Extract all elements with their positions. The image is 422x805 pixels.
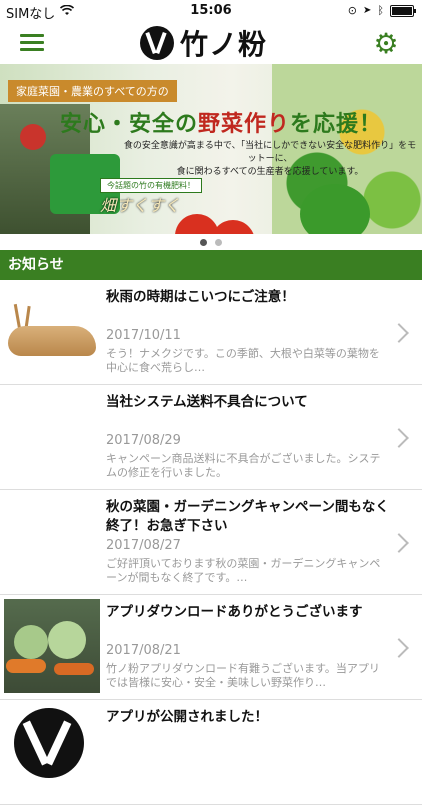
news-title: 秋雨の時期はこいつにご注意！ xyxy=(106,289,295,305)
slug-image xyxy=(4,302,100,362)
news-section-header: お知らせ xyxy=(0,250,422,280)
banner-subtext-line-1: 食の安全意識が高まる中で、「当社にしかできない安全な肥料作り」をモットーに、 xyxy=(123,141,417,164)
news-date: 2017/08/29 xyxy=(106,433,181,448)
orientation-lock-icon: ⊙ xyxy=(347,4,357,17)
news-list: 秋雨の時期はこいつにご注意！ 2017/10/11 そう！ナメクジです。この季節… xyxy=(0,280,422,805)
banner-subtext: 食の安全意識が高まる中で、「当社にしかできない安全な肥料作り」をモットーに、 食… xyxy=(120,140,420,179)
news-thumbnail xyxy=(4,599,100,693)
tomatoes-image xyxy=(175,214,325,234)
bluetooth-icon: ᛒ xyxy=(377,4,384,17)
banner-product: 畑すくすく xyxy=(100,196,181,215)
list-item[interactable]: 秋の菜園・ガーデニングキャンペーン間もなく終了！お急ぎ下さい 2017/08/2… xyxy=(0,490,422,595)
news-title: 秋の菜園・ガーデニングキャンペーン間もなく終了！お急ぎ下さい xyxy=(106,499,389,534)
headline-part-1: 安心・安全の xyxy=(60,112,199,137)
chevron-right-icon xyxy=(389,323,409,343)
list-item[interactable]: アプリダウンロードありがとうございます 2017/08/21 竹ノ粉アプリダウン… xyxy=(0,595,422,700)
chevron-right-icon xyxy=(389,638,409,658)
news-excerpt: キャンペーン商品送料に不具合がございました。システムの修正を行いました。 xyxy=(106,452,381,479)
news-thumbnail xyxy=(14,708,110,780)
cabbage-image xyxy=(4,599,100,693)
news-thumbnail xyxy=(4,296,100,368)
carousel-dot-2[interactable] xyxy=(215,238,222,246)
list-item[interactable]: アプリが公開されました！ xyxy=(0,700,422,805)
bamboo-logo-icon xyxy=(140,26,174,60)
status-right: ⊙ ➤ ᛒ xyxy=(347,4,416,17)
carousel-dots xyxy=(0,234,422,250)
news-title: アプリダウンロードありがとうございます xyxy=(106,604,363,620)
news-date: 2017/08/27 xyxy=(106,538,181,553)
hamburger-icon[interactable] xyxy=(20,34,44,52)
news-excerpt: ご好評頂いております秋の菜園・ガーデニングキャンペーンが間もなく終了です。… xyxy=(106,557,381,584)
carousel-dot-1[interactable] xyxy=(200,238,207,246)
headline-part-3: を応援！ xyxy=(290,112,383,137)
list-item[interactable]: 秋雨の時期はこいつにご注意！ 2017/10/11 そう！ナメクジです。この季節… xyxy=(0,280,422,385)
promo-banner[interactable]: 家庭菜園・農業のすべての方の 安心・安全の野菜作りを応援！ 食の安全意識が高まる… xyxy=(0,64,422,234)
chevron-right-icon xyxy=(389,428,409,448)
chevron-right-icon xyxy=(389,533,409,553)
gear-icon[interactable]: ⚙ xyxy=(372,30,400,58)
logo-text: 竹ノ粉 xyxy=(180,28,268,61)
news-excerpt: そう！ナメクジです。この季節、大根や白菜等の葉物を中心に食べ荒らし… xyxy=(106,347,380,374)
status-bar: SIMなし 15:06 ⊙ ➤ ᛒ xyxy=(0,0,422,22)
battery-icon xyxy=(390,4,416,17)
banner-tag: 今話題の竹の有機肥料！ xyxy=(100,178,202,193)
banner-badge: 家庭菜園・農業のすべての方の xyxy=(8,80,177,102)
app-logo: 竹ノ粉 xyxy=(140,24,267,62)
news-date: 2017/08/21 xyxy=(106,643,181,658)
location-icon: ➤ xyxy=(363,5,372,16)
banner-headline: 安心・安全の野菜作りを応援！ xyxy=(60,106,382,138)
news-title: アプリが公開されました！ xyxy=(106,709,268,725)
news-date: 2017/10/11 xyxy=(106,328,181,343)
headline-part-2: 野菜作り xyxy=(198,112,291,137)
bamboo-logo-image xyxy=(14,708,84,778)
news-excerpt: 竹ノ粉アプリダウンロード有難うございます。当アプリでは皆様に安心・安全・美味しい… xyxy=(106,662,380,689)
nav-bar: 竹ノ粉 ⚙ xyxy=(0,22,422,64)
news-title: 当社システム送料不具合について xyxy=(106,394,308,410)
list-item[interactable]: 当社システム送料不具合について 2017/08/29 キャンペーン商品送料に不具… xyxy=(0,385,422,490)
